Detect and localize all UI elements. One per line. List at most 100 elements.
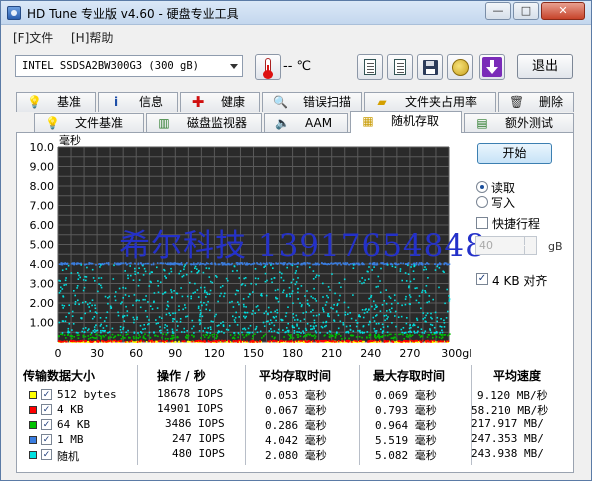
- scatter-point: [383, 300, 385, 302]
- menu-file[interactable]: [F]文件: [13, 29, 53, 46]
- scatter-point: [219, 341, 222, 343]
- copy-info-button[interactable]: [357, 54, 383, 80]
- tab-erase[interactable]: 🗑 删除: [498, 92, 574, 112]
- scatter-point: [72, 323, 75, 325]
- tab-benchmark[interactable]: 💡 基准: [16, 92, 96, 112]
- scatter-point: [371, 269, 373, 271]
- scatter-point: [257, 309, 260, 311]
- align-4kb-checkbox[interactable]: ✓: [476, 273, 488, 285]
- scatter-point: [205, 308, 207, 311]
- quick-scan-checkbox[interactable]: [476, 217, 488, 229]
- series-checkbox[interactable]: ✓: [41, 434, 52, 445]
- options-button[interactable]: [447, 54, 473, 80]
- scatter-point: [426, 336, 429, 338]
- tab-info[interactable]: i 信息: [98, 92, 178, 112]
- scatter-point: [80, 264, 82, 266]
- scatter-point: [399, 268, 402, 270]
- scatter-point: [267, 320, 269, 322]
- temperature-button[interactable]: [255, 54, 281, 80]
- scatter-point: [327, 315, 329, 317]
- minimize-button[interactable]: —: [485, 2, 511, 20]
- spin-up-button[interactable]: [524, 237, 536, 245]
- scatter-point: [60, 262, 62, 264]
- tab-health[interactable]: ✚ 健康: [180, 92, 260, 112]
- scatter-point: [71, 310, 74, 313]
- scatter-point: [310, 310, 312, 313]
- download-button[interactable]: [479, 54, 505, 80]
- scatter-point: [340, 286, 342, 288]
- scatter-point: [220, 322, 222, 325]
- tab-extra-tests[interactable]: ▤ 额外测试: [464, 113, 574, 133]
- close-button[interactable]: ✕: [541, 2, 585, 20]
- scatter-point: [377, 285, 379, 288]
- series-checkbox[interactable]: ✓: [41, 419, 52, 430]
- start-button[interactable]: 开始: [477, 143, 552, 164]
- scatter-point: [287, 340, 289, 343]
- scatter-point: [355, 340, 357, 342]
- scatter-point: [322, 321, 325, 324]
- scatter-point: [137, 332, 139, 334]
- series-checkbox[interactable]: ✓: [41, 389, 52, 400]
- tab-random-access[interactable]: ▦ 随机存取: [350, 111, 462, 133]
- write-radio[interactable]: [476, 196, 488, 208]
- scatter-point: [394, 333, 397, 336]
- scatter-point: [238, 303, 240, 306]
- scatter-point: [361, 277, 363, 279]
- scatter-point: [322, 309, 324, 311]
- scatter-point: [101, 339, 103, 342]
- scatter-point: [284, 315, 287, 318]
- menu-help[interactable]: [H]帮助: [71, 29, 113, 46]
- scatter-point: [98, 334, 100, 337]
- spin-down-button[interactable]: [524, 246, 536, 254]
- scatter-point: [85, 340, 87, 342]
- scatter-point: [216, 335, 219, 338]
- scatter-point: [330, 340, 333, 343]
- series-checkbox[interactable]: ✓: [41, 449, 52, 460]
- scatter-point: [127, 277, 129, 280]
- row-size: 64 KB: [57, 418, 91, 431]
- scatter-point: [189, 281, 191, 284]
- quick-scan-size-input[interactable]: 40: [475, 236, 537, 255]
- scatter-point: [99, 325, 102, 327]
- scatter-point: [349, 325, 351, 327]
- scatter-point: [351, 334, 353, 336]
- scatter-point: [244, 284, 247, 287]
- scatter-point: [428, 334, 430, 336]
- maximize-button[interactable]: □: [513, 2, 539, 20]
- save-button[interactable]: [417, 54, 443, 80]
- scatter-point: [107, 297, 109, 299]
- scatter-point: [413, 330, 415, 333]
- drive-select[interactable]: INTEL SSDSA2BW300G3 (300 gB): [15, 55, 243, 77]
- read-radio[interactable]: [476, 181, 488, 193]
- scatter-point: [166, 325, 168, 327]
- tab-error-scan[interactable]: 🔍 错误扫描: [262, 92, 362, 112]
- scatter-point: [252, 310, 254, 312]
- scatter-point: [297, 291, 299, 294]
- tab-aam[interactable]: 🔈 AAM: [264, 113, 348, 133]
- scatter-point: [133, 331, 136, 334]
- series-checkbox[interactable]: ✓: [41, 404, 52, 415]
- tab-disk-monitor[interactable]: ▥ 磁盘监视器: [146, 113, 262, 133]
- scatter-point: [363, 281, 365, 284]
- scatter-point: [208, 276, 211, 278]
- scatter-point: [170, 340, 172, 343]
- scatter-point: [237, 336, 239, 339]
- scatter-point: [386, 310, 388, 312]
- scatter-point: [408, 340, 410, 343]
- copy-all-button[interactable]: [387, 54, 413, 80]
- scatter-point: [82, 327, 85, 330]
- scatter-point: [237, 290, 239, 292]
- scatter-point: [300, 285, 303, 287]
- scatter-point: [209, 326, 212, 328]
- exit-button[interactable]: 退出: [517, 54, 573, 79]
- scatter-point: [101, 329, 104, 332]
- scatter-point: [94, 304, 96, 307]
- scatter-point: [261, 337, 263, 339]
- scatter-point: [62, 296, 65, 298]
- tab-folder-usage[interactable]: ▰ 文件夹占用率: [364, 92, 496, 112]
- scatter-point: [408, 303, 411, 305]
- row-ops: 3486 IOPS: [165, 417, 225, 430]
- scatter-point: [384, 319, 386, 322]
- tab-file-benchmark[interactable]: 💡 文件基准: [34, 113, 144, 133]
- scatter-point: [125, 331, 127, 334]
